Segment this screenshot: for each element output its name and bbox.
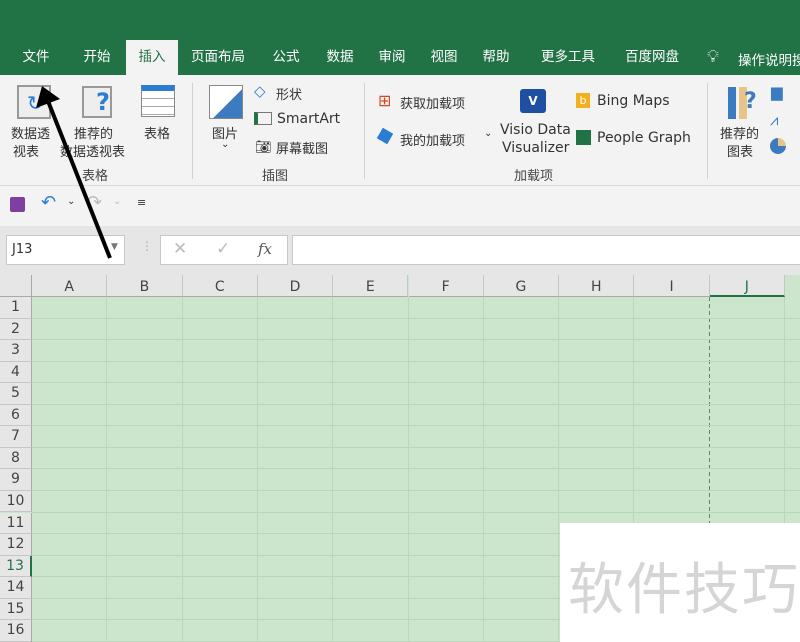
annotation-arrow bbox=[36, 86, 112, 259]
